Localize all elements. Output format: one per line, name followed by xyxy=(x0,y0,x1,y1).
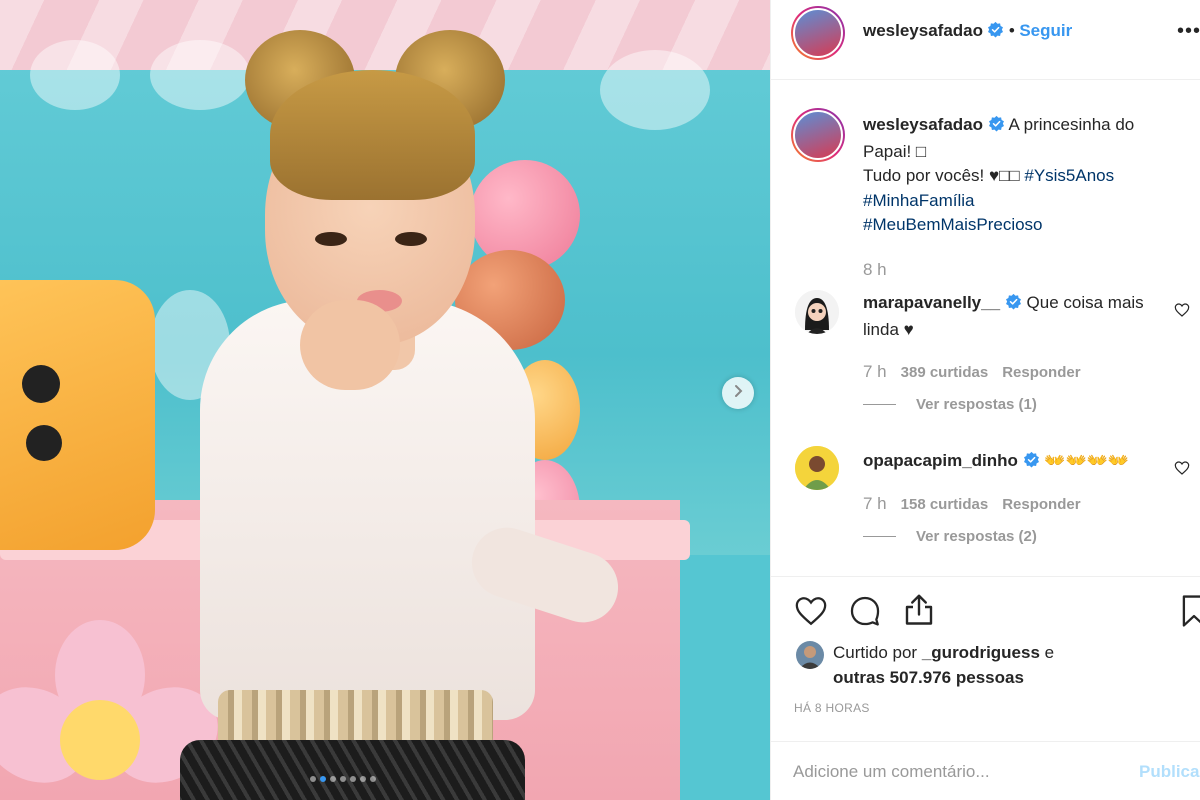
comment-reply-button[interactable]: Responder xyxy=(1002,364,1080,381)
more-options-icon[interactable]: ••• xyxy=(1177,20,1200,43)
caption-timestamp[interactable]: 8 h xyxy=(863,258,1183,283)
photo-girl-skirt xyxy=(180,740,525,800)
header-username[interactable]: wesleysafadao xyxy=(863,21,983,40)
comment-like-count[interactable]: 389 curtidas xyxy=(901,364,989,381)
photo-girl-hand xyxy=(300,300,400,390)
verified-badge-icon xyxy=(987,21,1004,43)
post-details-panel: wesleysafadao • Seguir ••• wesleysafadao… xyxy=(770,0,1200,800)
post-header: wesleysafadao • Seguir ••• xyxy=(771,0,1200,80)
carousel-dot xyxy=(370,776,376,782)
follow-button[interactable]: Seguir xyxy=(1019,21,1072,40)
hashtag-link[interactable]: #MinhaFamília xyxy=(863,189,1183,214)
view-replies-label: Ver respostas (2) xyxy=(916,528,1037,545)
likes-prefix: Curtido por xyxy=(833,643,918,662)
photo-girl-eye xyxy=(395,232,427,246)
verified-badge-icon xyxy=(1005,293,1022,318)
photo-wall-dot xyxy=(150,40,250,110)
carousel-next-button[interactable] xyxy=(722,377,754,409)
author-avatar-image xyxy=(793,8,843,58)
view-replies-label: Ver respostas (1) xyxy=(916,396,1037,413)
photo-wall-dot xyxy=(600,50,710,130)
carousel-dot xyxy=(310,776,316,782)
chevron-right-icon xyxy=(731,384,745,403)
caption-text-line: A princesinha do xyxy=(1008,115,1135,134)
view-replies-button[interactable]: Ver respostas (1) xyxy=(863,396,1037,413)
caption-text-line: Tudo por vocês! ♥□□ xyxy=(863,166,1020,185)
caption-author-avatar[interactable] xyxy=(791,108,845,162)
verified-badge-icon xyxy=(1023,451,1040,476)
commenter-avatar[interactable] xyxy=(795,290,839,334)
post-photo[interactable] xyxy=(0,0,770,800)
photo-toy-radio xyxy=(0,280,155,550)
post-timestamp[interactable]: HÁ 8 HORAS xyxy=(794,701,870,715)
likes-others-link[interactable]: outras 507.976 pessoas xyxy=(833,668,1024,687)
comment-input[interactable] xyxy=(793,759,1113,785)
header-separator: • xyxy=(1008,21,1015,40)
add-comment-bar: Publicar xyxy=(771,741,1200,800)
comment-like-heart-icon[interactable] xyxy=(1174,302,1190,323)
post-actions-section: Curtido por _gurodriguess e outras 507.9… xyxy=(771,576,1200,800)
bookmark-icon[interactable] xyxy=(1181,593,1200,634)
likes-summary: Curtido por _gurodriguess e outras 507.9… xyxy=(833,641,1133,690)
header-author-line: wesleysafadao • Seguir xyxy=(863,21,1072,43)
photo-radio-knob xyxy=(22,365,60,403)
carousel-dot xyxy=(340,776,346,782)
commenter-avatar-image xyxy=(795,290,839,334)
post-caption: wesleysafadao A princesinha do Papai! □ … xyxy=(863,113,1183,282)
comment-text: 👐👐👐👐 xyxy=(1044,451,1130,470)
hashtag-link[interactable]: #MeuBemMaisPrecioso xyxy=(863,213,1183,238)
carousel-dot xyxy=(350,776,356,782)
comment-time[interactable]: 7 h xyxy=(863,494,887,514)
comment-username[interactable]: marapavanelly__ xyxy=(863,293,1000,312)
commenter-avatar-image xyxy=(795,446,839,490)
comment-body: opapacapim_dinho 👐👐👐👐 xyxy=(863,449,1163,476)
photo-wall-dot xyxy=(30,40,120,110)
replies-divider xyxy=(863,404,896,405)
replies-divider xyxy=(863,536,896,537)
heart-icon[interactable] xyxy=(793,594,829,633)
comment-reply-button[interactable]: Responder xyxy=(1002,496,1080,513)
caption-username[interactable]: wesleysafadao xyxy=(863,115,983,134)
liker-avatar[interactable] xyxy=(796,641,824,669)
carousel-indicator xyxy=(310,776,376,782)
commenter-avatar[interactable] xyxy=(795,446,839,490)
likes-conjunction: e xyxy=(1044,643,1055,662)
comment-icon[interactable] xyxy=(847,594,883,633)
publish-button[interactable]: Publicar xyxy=(1139,762,1200,782)
comment-username[interactable]: opapacapim_dinho xyxy=(863,451,1018,470)
carousel-dot xyxy=(330,776,336,782)
photo-girl-hair xyxy=(270,70,475,200)
comment-meta: 7 h 158 curtidas Responder xyxy=(863,494,1081,514)
comment-like-heart-icon[interactable] xyxy=(1174,460,1190,481)
verified-badge-icon xyxy=(988,115,1005,140)
share-icon[interactable] xyxy=(901,592,937,633)
photo-girl-eye xyxy=(315,232,347,246)
carousel-dot xyxy=(360,776,366,782)
photo-radio-knob xyxy=(26,425,62,461)
comment-body: marapavanelly__ Que coisa mais linda ♥ xyxy=(863,291,1163,342)
comment-meta: 7 h 389 curtidas Responder xyxy=(863,362,1081,382)
comment-time[interactable]: 7 h xyxy=(863,362,887,382)
carousel-dot xyxy=(320,776,326,782)
comment-like-count[interactable]: 158 curtidas xyxy=(901,496,989,513)
liker-avatar-image xyxy=(796,641,824,669)
photo-flower-center xyxy=(60,700,140,780)
view-replies-button[interactable]: Ver respostas (2) xyxy=(863,528,1037,545)
caption-author-avatar-image xyxy=(793,110,843,160)
hashtag-link[interactable]: #Ysis5Anos xyxy=(1024,166,1114,185)
author-avatar[interactable] xyxy=(791,6,845,60)
caption-text-line: Papai! □ xyxy=(863,141,927,161)
likes-user-link[interactable]: _gurodriguess xyxy=(922,643,1040,662)
